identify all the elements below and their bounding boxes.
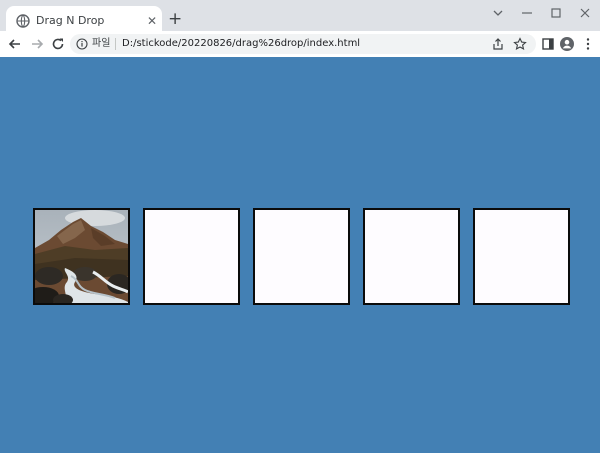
side-panel-icon[interactable]	[540, 36, 556, 52]
browser-toolbar: 파일 D:/stickode/20220826/drag%26drop/inde…	[0, 31, 600, 57]
minimize-icon[interactable]	[519, 5, 535, 21]
drop-box-5[interactable]	[473, 208, 570, 305]
drop-box-2[interactable]	[143, 208, 240, 305]
security-label: 파일	[92, 38, 111, 49]
globe-icon	[16, 14, 30, 28]
profile-avatar-icon[interactable]	[559, 36, 575, 52]
tab-title: Drag N Drop	[36, 14, 105, 27]
drop-box-1[interactable]	[33, 208, 130, 305]
kebab-menu-icon[interactable]	[580, 36, 596, 52]
drop-box-4[interactable]	[363, 208, 460, 305]
url-divider	[115, 38, 116, 50]
drop-box-3[interactable]	[253, 208, 350, 305]
forward-arrow-icon[interactable]	[29, 36, 45, 52]
maximize-icon[interactable]	[548, 5, 564, 21]
back-arrow-icon[interactable]	[7, 36, 23, 52]
new-tab-icon[interactable]: +	[168, 11, 182, 28]
tab-close-icon[interactable]: ✕	[146, 15, 158, 27]
url-text[interactable]: D:/stickode/20220826/drag%26drop/index.h…	[122, 37, 360, 51]
tab-search-chevron-icon[interactable]	[490, 5, 506, 21]
mountain-stream-photo[interactable]	[35, 210, 128, 303]
info-icon[interactable]	[76, 38, 88, 50]
window-close-icon[interactable]	[577, 5, 593, 21]
page-content	[0, 57, 600, 453]
reload-icon[interactable]	[50, 36, 66, 52]
address-bar[interactable]: 파일 D:/stickode/20220826/drag%26drop/inde…	[70, 34, 536, 54]
bookmark-star-icon[interactable]	[513, 37, 527, 51]
share-icon[interactable]	[491, 37, 505, 51]
